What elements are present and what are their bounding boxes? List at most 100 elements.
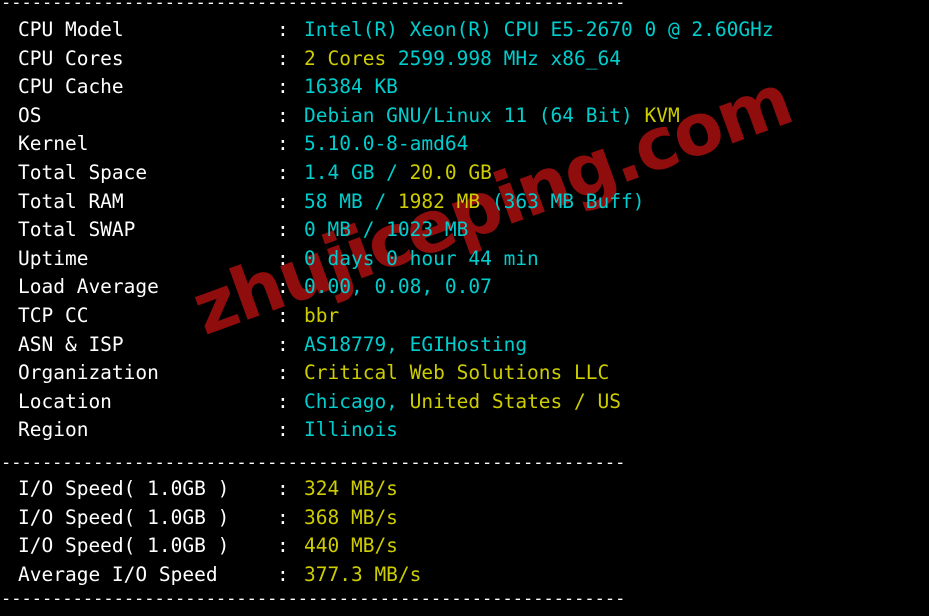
info-row-value-segment: Critical Web Solutions LLC (304, 361, 610, 385)
info-row-value-segment: 0 days 0 hour 44 min (304, 246, 539, 270)
info-row: I/O Speed( 1.0GB ):368 MB/s (0, 504, 929, 533)
info-row-label: Load Average (18, 275, 159, 299)
info-row-label: Total SWAP (18, 218, 136, 242)
info-row-label: ASN & ISP (18, 332, 124, 356)
info-row-value: 324 MB/s (304, 477, 398, 500)
info-row: Region: Illinois (0, 416, 929, 445)
info-row: Total SWAP:0 MB / 1023 MB (0, 216, 929, 245)
info-row: OS: Debian GNU/Linux 11 (64 Bit) KVM (0, 102, 929, 131)
terminal-output: ----------------------------------------… (0, 0, 929, 615)
info-row-value-segment: 5.10.0-8-amd64 (304, 132, 469, 156)
info-row-colon: : (277, 505, 289, 529)
info-row-value: 368 MB/s (304, 506, 398, 529)
info-row: Average I/O Speed:377.3 MB/s (0, 561, 929, 590)
info-row-value-segment: 324 MB/s (304, 476, 398, 500)
info-row-value-segment: 1982 MB (397, 189, 492, 213)
info-row-value: 5.10.0-8-amd64 (304, 132, 468, 155)
info-row: I/O Speed( 1.0GB ):440 MB/s (0, 532, 929, 561)
info-row-label: Total RAM (18, 189, 124, 213)
info-row-value-segment: Illinois (304, 418, 398, 442)
info-row-label: I/O Speed( 1.0GB ) (18, 476, 230, 500)
info-row-value-segment: AS18779, EGIHosting (304, 332, 528, 356)
info-row-value: 0 MB / 1023 MB (304, 218, 468, 241)
info-row-value-segment: United States / US (409, 389, 621, 413)
info-row-label: Kernel (18, 132, 89, 156)
separator-top: ----------------------------------------… (1, 0, 626, 13)
info-row-colon: : (277, 218, 289, 242)
info-row-label: Region (18, 418, 89, 442)
info-row-colon: : (277, 132, 289, 156)
info-row-value-segment: (363 MB Buff) (491, 189, 645, 213)
info-row: ASN & ISP: AS18779, EGIHosting (0, 331, 929, 360)
info-row-value-segment: bbr (304, 303, 340, 327)
info-row-label: Location (18, 389, 112, 413)
info-row-value-segment: 1.4 GB / (304, 160, 410, 184)
info-row-label: I/O Speed( 1.0GB ) (18, 505, 230, 529)
info-row-value-segment: 368 MB/s (304, 505, 398, 529)
info-row-value: Debian GNU/Linux 11 (64 Bit) KVM (304, 104, 680, 127)
info-row-colon: : (277, 246, 289, 270)
info-row-label: CPU Model (18, 18, 124, 41)
info-row-value: Critical Web Solutions LLC (304, 361, 609, 384)
info-row-value-segment: 2599.998 MHz x86_64 (397, 46, 621, 70)
info-row: CPU Cores:2 Cores 2599.998 MHz x86_64 (0, 45, 929, 74)
info-row-value: 0 days 0 hour 44 min (304, 247, 539, 270)
info-row-colon: : (277, 476, 289, 500)
info-row-value-segment: Chicago, (304, 389, 410, 413)
info-row-value: 0.00, 0.08, 0.07 (304, 275, 492, 298)
info-row-value: Chicago, United States / US (304, 390, 621, 413)
info-row-value: 1.4 GB / 20.0 GB (304, 161, 492, 184)
info-row: TCP CC: bbr (0, 302, 929, 331)
info-row: I/O Speed( 1.0GB ):324 MB/s (0, 475, 929, 504)
info-row-label: OS (18, 103, 42, 127)
info-row-label: CPU Cache (18, 75, 124, 99)
info-row-value-segment: 377.3 MB/s (304, 562, 422, 586)
info-row-value-segment: Debian GNU/Linux 11 (64 Bit) (304, 103, 645, 127)
info-row-value-segment: 20.0 GB (409, 160, 492, 184)
separator-middle: ----------------------------------------… (1, 452, 626, 473)
info-row-value-segment: 16384 KB (304, 75, 398, 99)
info-row-colon: : (277, 189, 289, 213)
info-row: Total Space:1.4 GB / 20.0 GB (0, 159, 929, 188)
info-row: Load Average:0.00, 0.08, 0.07 (0, 273, 929, 302)
info-row-value-segment: 0.00, 0.08, 0.07 (304, 275, 492, 299)
info-row-colon: : (277, 418, 289, 442)
info-row-label: TCP CC (18, 303, 89, 327)
info-row-colon: : (277, 562, 289, 586)
info-row-label: Total Space (18, 160, 148, 184)
info-row: CPU Cache:16384 KB (0, 73, 929, 102)
info-row-value: 377.3 MB/s (304, 563, 421, 586)
info-row-label: Organization (18, 361, 159, 385)
info-row-colon: : (277, 332, 289, 356)
info-row-colon: : (277, 275, 289, 299)
info-row: Uptime:0 days 0 hour 44 min (0, 245, 929, 274)
io-speed-section: I/O Speed( 1.0GB ):324 MB/s I/O Speed( 1.… (0, 475, 929, 589)
info-row-value: AS18779, EGIHosting (304, 333, 527, 356)
info-row-colon: : (277, 46, 289, 70)
info-row-value-segment: KVM (644, 103, 680, 127)
info-row-colon: : (277, 18, 289, 41)
info-row-colon: : (277, 389, 289, 413)
info-row-value: 16384 KB (304, 75, 398, 98)
info-row: Total RAM:58 MB / 1982 MB (363 MB Buff) (0, 188, 929, 217)
info-row-label: I/O Speed( 1.0GB ) (18, 534, 230, 558)
info-row: Kernel:5.10.0-8-amd64 (0, 130, 929, 159)
info-row-value: 440 MB/s (304, 534, 398, 557)
info-row-colon: : (277, 534, 289, 558)
separator-bottom: ----------------------------------------… (1, 589, 626, 610)
info-row-colon: : (277, 160, 289, 184)
info-row-colon: : (277, 75, 289, 99)
info-row-colon: : (277, 361, 289, 385)
info-row-value: bbr (304, 304, 339, 327)
info-row-value: 58 MB / 1982 MB (363 MB Buff) (304, 190, 644, 213)
info-row: CPU Model: Intel(R) Xeon(R) CPU E5-2670 0… (0, 16, 929, 45)
info-row-value: 2 Cores 2599.998 MHz x86_64 (304, 47, 621, 70)
info-row: Organization: Critical Web Solutions LLC (0, 359, 929, 388)
info-row-colon: : (277, 303, 289, 327)
info-row-value-segment: 2 Cores (304, 46, 398, 70)
info-row-value-segment: Intel(R) Xeon(R) CPU E5-2670 0 @ 2.60GHz (304, 18, 774, 41)
info-row-value: Illinois (304, 418, 398, 441)
terminal-window: zhujiceping.com ------------------------… (0, 0, 929, 616)
info-row-value-segment: 58 MB / (304, 189, 398, 213)
info-row-value: Intel(R) Xeon(R) CPU E5-2670 0 @ 2.60GHz (304, 18, 774, 41)
